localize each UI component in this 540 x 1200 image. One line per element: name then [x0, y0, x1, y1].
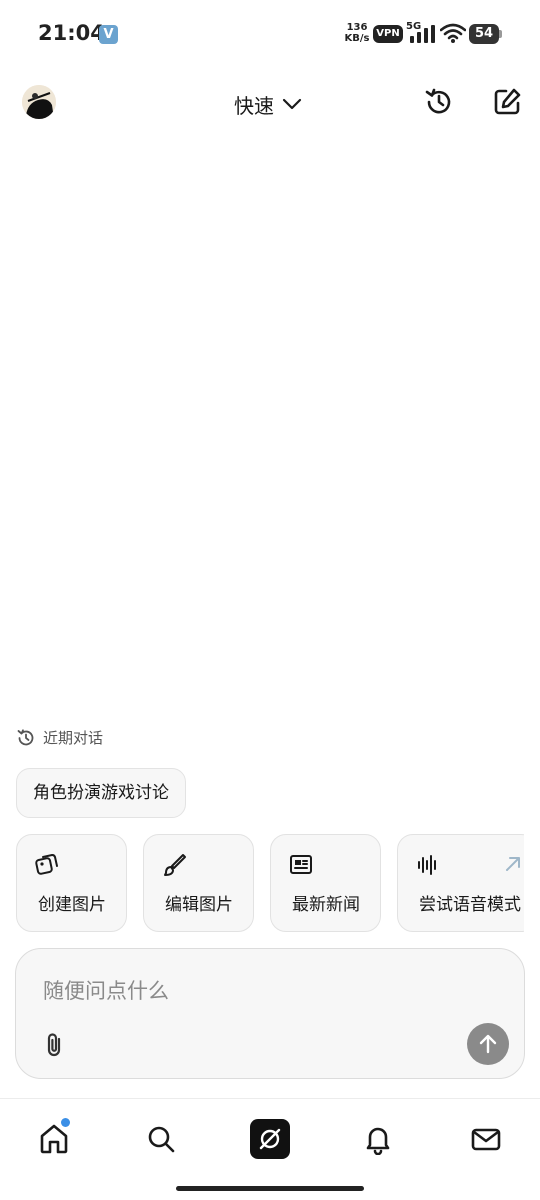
- speed-unit: KB/s: [344, 33, 370, 44]
- create-image-button[interactable]: 创建图片: [16, 834, 127, 932]
- voice-mode-button[interactable]: 尝试语音模式: [397, 834, 524, 932]
- status-time: 21:04: [38, 21, 105, 45]
- recent-label: 近期对话: [43, 729, 104, 747]
- chevron-down-icon: [282, 98, 302, 110]
- home-notification-dot: [61, 1118, 70, 1127]
- status-bar: 21:04 V 136 KB/s VPN 5G 54: [0, 0, 540, 68]
- nav-search[interactable]: [143, 1121, 179, 1157]
- wifi-icon: [440, 23, 466, 43]
- edit-image-label: 编辑图片: [165, 895, 233, 915]
- home-indicator: [176, 1186, 364, 1191]
- avatar[interactable]: [22, 85, 56, 119]
- voice-mode-label: 尝试语音模式: [419, 895, 521, 915]
- composer: [15, 948, 525, 1079]
- history-icon[interactable]: [423, 86, 455, 118]
- home-icon: [40, 1124, 68, 1154]
- bottom-nav: [0, 1098, 540, 1200]
- quick-actions: 创建图片 编辑图片 最新新闻 尝试语音模式: [16, 834, 524, 932]
- grok-logo-icon: [250, 1119, 290, 1159]
- nav-grok[interactable]: [250, 1119, 290, 1159]
- voice-wave-icon: [418, 855, 436, 875]
- nav-messages[interactable]: [468, 1121, 504, 1157]
- arrow-up-right-icon: [506, 857, 520, 871]
- bell-icon: [366, 1127, 390, 1155]
- network-speed: 136 KB/s: [342, 22, 372, 44]
- paperclip-icon[interactable]: [42, 1031, 68, 1059]
- speed-value: 136: [346, 22, 368, 33]
- brush-icon: [164, 854, 186, 876]
- prompt-input[interactable]: [43, 973, 483, 1009]
- create-image-label: 创建图片: [38, 895, 106, 915]
- search-icon: [148, 1126, 175, 1153]
- latest-news-button[interactable]: 最新新闻: [270, 834, 381, 932]
- battery-tip: [499, 30, 502, 38]
- history-icon: [17, 728, 34, 745]
- mode-selector[interactable]: 快速: [234, 88, 302, 120]
- latest-news-label: 最新新闻: [292, 895, 360, 915]
- v-app-badge: V: [99, 25, 118, 44]
- image-create-icon: [35, 854, 58, 875]
- edit-image-button[interactable]: 编辑图片: [143, 834, 254, 932]
- send-button[interactable]: [467, 1023, 509, 1065]
- recent-conversations-header: 近期对话: [16, 727, 103, 748]
- avatar-image: [22, 85, 56, 119]
- mail-icon: [471, 1128, 501, 1151]
- edit-icon[interactable]: [491, 86, 523, 118]
- newspaper-icon: [290, 855, 312, 874]
- recent-conversation-chip[interactable]: 角色扮演游戏讨论: [16, 768, 186, 818]
- arrow-up-icon: [479, 1034, 497, 1054]
- signal-bars-icon: [410, 25, 435, 43]
- vpn-badge: VPN: [373, 25, 403, 43]
- battery-level: 54: [469, 24, 499, 44]
- mode-label: 快速: [234, 93, 274, 118]
- nav-notifications[interactable]: [360, 1121, 396, 1157]
